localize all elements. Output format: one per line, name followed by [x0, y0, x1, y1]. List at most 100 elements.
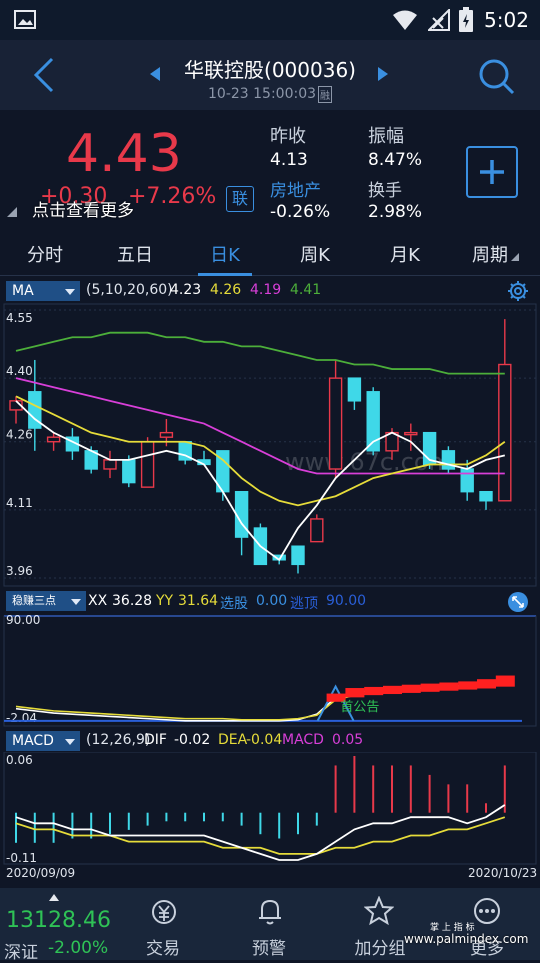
- nav-alert-label: 预警: [252, 939, 286, 959]
- candle-body: [122, 459, 136, 484]
- candle-body: [291, 545, 305, 566]
- signal-annotation: 首公告: [340, 700, 379, 715]
- nav-trade-label: 交易: [146, 939, 180, 959]
- candle-body: [479, 490, 493, 502]
- plus-icon: [480, 160, 504, 184]
- xx-value: 36.28: [112, 593, 153, 609]
- last-price: 4.43: [66, 124, 182, 184]
- y-tick-label: 4.40: [6, 364, 33, 378]
- macd-label: MACD: [282, 732, 324, 748]
- prev-stock-icon[interactable]: [148, 66, 162, 82]
- index-value[interactable]: 13128.46: [6, 908, 111, 933]
- macd-y-bottom: -0.11: [6, 851, 37, 865]
- nav-trade[interactable]: 交易: [130, 888, 196, 960]
- tab-five-day[interactable]: 五日: [100, 236, 170, 276]
- ma60-value: 4.41: [290, 282, 322, 298]
- candle-body: [159, 431, 174, 438]
- tab-monthly-k[interactable]: 月K: [370, 236, 440, 276]
- ma-indicator-bar: MA (5,10,20,60) 4.23 4.26 4.19 4.41: [0, 280, 540, 302]
- nav-add-group[interactable]: 加分组: [342, 888, 418, 960]
- index-expand-icon[interactable]: [48, 892, 60, 902]
- battery-icon: [459, 7, 473, 32]
- sector-name[interactable]: 房地产: [270, 176, 321, 201]
- ma60-line: [15, 331, 505, 375]
- prev-close-label: 昨收: [270, 126, 306, 147]
- star-icon: [364, 896, 394, 926]
- ma10-value: 4.26: [210, 282, 242, 298]
- search-icon[interactable]: [476, 56, 516, 96]
- back-icon[interactable]: [30, 56, 58, 94]
- expand-icon[interactable]: [506, 591, 530, 613]
- turnover-label: 换手: [368, 181, 402, 201]
- footer-url: www.palmindex.com: [404, 932, 529, 946]
- active-tab-indicator: [198, 273, 252, 276]
- signal-icon: [428, 9, 450, 31]
- tab-weekly-k[interactable]: 周K: [280, 236, 350, 276]
- tap-more-hint[interactable]: 点击查看更多: [32, 196, 134, 221]
- xx-selector[interactable]: 稳赚三点: [6, 591, 86, 611]
- candle-body: [140, 441, 155, 488]
- xx-histogram-bar: [401, 684, 421, 693]
- date-end: 2020/10/23: [468, 866, 537, 880]
- linkage-button[interactable]: 联: [226, 186, 254, 212]
- xx-histogram-bar: [458, 681, 478, 690]
- ma-params: (5,10,20,60): [86, 282, 173, 298]
- sector-change: -0.26%: [270, 202, 331, 222]
- xx-histogram-bar: [383, 685, 402, 695]
- candle-body: [328, 377, 343, 470]
- ma-selector-arrow-icon: [65, 289, 75, 295]
- td-value: 90.00: [326, 593, 367, 609]
- settings-gear-icon[interactable]: [506, 280, 530, 302]
- stock-title: 华联控股(000036): [184, 58, 356, 82]
- bell-icon: [259, 899, 281, 925]
- candle-body: [498, 363, 512, 502]
- candle-body: [460, 468, 474, 493]
- next-stock-icon[interactable]: [376, 66, 390, 82]
- y-tick-label: 4.55: [6, 311, 33, 325]
- candle-body: [103, 459, 117, 470]
- quote-datetime: 10-23 15:00:03: [208, 86, 317, 102]
- kline-chart[interactable]: www.67c.com 4.554.404.264.113.96: [0, 302, 540, 588]
- xx-chart[interactable]: 90.00 -2.04 首公告: [0, 614, 540, 728]
- td-label: 逃顶: [290, 596, 318, 612]
- tab-daily-k[interactable]: 日K: [190, 236, 260, 276]
- status-time: 5:02: [484, 8, 529, 32]
- expand-corner-icon: [7, 207, 17, 217]
- macd-chart[interactable]: 0.06 -0.11 2020/09/09 2020/10/23: [0, 752, 540, 880]
- stock-header: 华联控股(000036) 10-23 15:00:03 融: [0, 40, 540, 110]
- prev-close-value: 4.13: [270, 150, 308, 170]
- dea-label: DEA: [218, 732, 248, 748]
- period-tabs: 分时 五日 日K 周K 月K 周期: [0, 236, 540, 276]
- xx-selector-arrow-icon: [71, 599, 81, 605]
- date-start: 2020/09/09: [6, 866, 75, 880]
- tab-intraday[interactable]: 分时: [10, 236, 80, 276]
- ma-selector[interactable]: MA: [6, 281, 80, 301]
- yy-label: YY: [156, 593, 174, 609]
- amplitude-value: 8.47%: [368, 150, 423, 170]
- gallery-icon: [14, 10, 36, 29]
- xx-histogram-bar: [495, 675, 515, 687]
- xx-histogram-bar: [420, 683, 440, 692]
- xx-indicator-bar: 稳赚三点 XX 36.28 YY 31.64 选股 0.00 逃顶 90.00: [0, 590, 540, 614]
- add-watchlist-button[interactable]: [466, 146, 518, 198]
- macd-selector[interactable]: MACD: [6, 731, 80, 751]
- macd-value: 0.05: [332, 732, 364, 748]
- xx-histogram-bar: [345, 688, 365, 698]
- trade-icon: [152, 900, 176, 924]
- nav-alert[interactable]: 预警: [236, 888, 302, 960]
- macd-selector-arrow-icon: [65, 739, 75, 745]
- candle-body: [310, 518, 324, 543]
- wifi-icon: [393, 10, 417, 30]
- macd-y-top: 0.06: [6, 753, 33, 767]
- ma5-value: 4.23: [170, 282, 202, 298]
- macd-frame: [3, 752, 537, 865]
- macd-indicator-bar: MACD (12,26,9) DIF -0.02 DEA -0.04 MACD …: [0, 730, 540, 752]
- xd-value: 0.00: [256, 593, 288, 609]
- candle-body: [347, 377, 362, 402]
- xx-histogram-bar: [439, 682, 459, 691]
- kline-frame: [3, 303, 537, 587]
- dif-label: DIF: [144, 732, 167, 748]
- candle-body: [234, 490, 249, 538]
- candle-body: [46, 436, 61, 443]
- dea-value: -0.04: [246, 732, 283, 748]
